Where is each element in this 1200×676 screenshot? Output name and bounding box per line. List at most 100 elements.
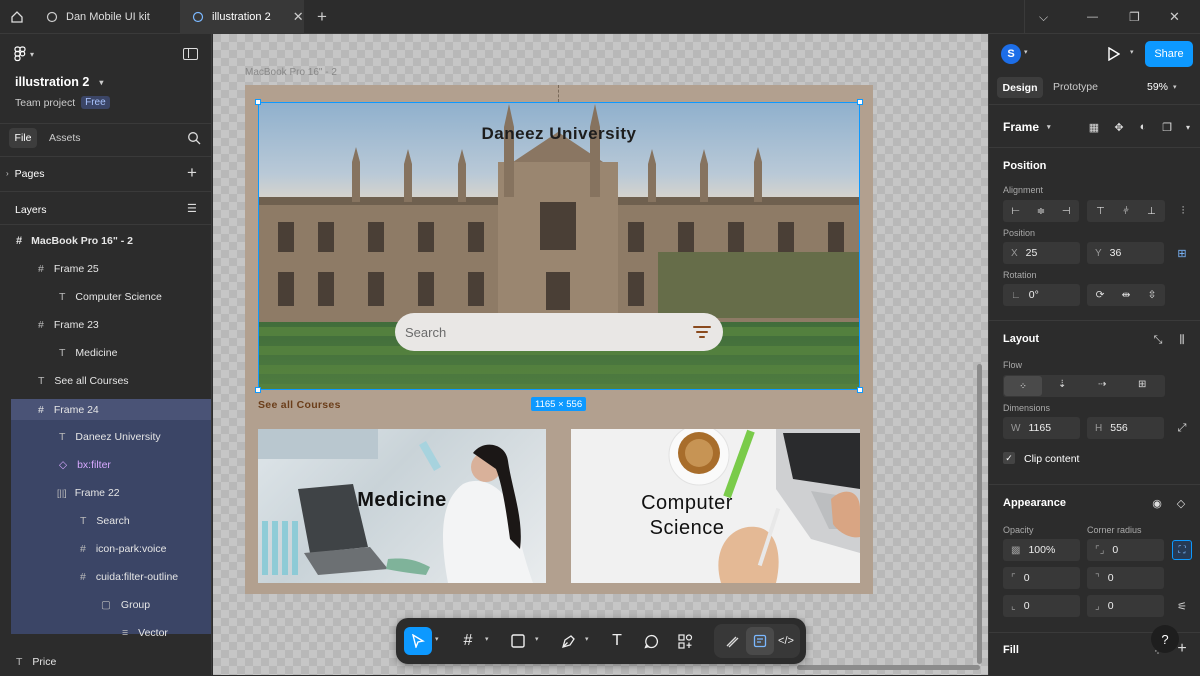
chevron-down-icon[interactable]: ▾ [435, 635, 439, 643]
course-card-medicine[interactable]: Medicine [258, 429, 546, 583]
layer-row[interactable]: # icon-park:voice [0, 535, 211, 563]
layer-row[interactable]: # MacBook Pro 16" - 2 [0, 227, 211, 255]
layer-row[interactable]: ◇ bx:filter [0, 451, 211, 479]
macbook-frame[interactable]: Daneez University Search 1165 × 556 See … [245, 85, 873, 594]
layer-row[interactable]: # Frame 23 [0, 311, 211, 339]
layer-row[interactable]: T Search [0, 507, 211, 535]
close-tab-icon[interactable]: ✕ [293, 9, 304, 25]
clip-content-checkbox[interactable]: ✓ [1003, 452, 1015, 464]
pen-tool[interactable] [554, 627, 582, 655]
chevron-down-icon[interactable]: ▾ [1130, 48, 1134, 56]
flow-freeform[interactable]: ⁘ [1004, 376, 1042, 396]
layer-row[interactable]: T Daneez University [0, 423, 211, 451]
frame-name-label[interactable]: MacBook Pro 16" - 2 [245, 67, 337, 78]
align-left-icon[interactable]: ⊢ [1011, 206, 1020, 217]
vertical-scrollbar[interactable] [977, 364, 982, 664]
home-button[interactable] [0, 0, 34, 34]
move-tool[interactable] [404, 627, 432, 655]
align-center-v-icon[interactable]: ⫩ [1123, 206, 1129, 217]
pages-header[interactable]: › Pages [6, 168, 44, 180]
grid-layout-icon[interactable]: ▦ [1085, 118, 1103, 136]
avatar[interactable]: S [1001, 44, 1021, 64]
resources-tool[interactable] [671, 627, 699, 655]
draw-mode-button[interactable] [718, 627, 746, 655]
help-button[interactable]: ? [1151, 625, 1179, 653]
height-field[interactable]: H 556 [1087, 417, 1164, 439]
chevron-down-icon[interactable]: ▾ [535, 635, 539, 643]
mask-icon[interactable]: ◐ [1134, 118, 1152, 136]
restore-icon[interactable]: ❐ [1129, 10, 1140, 24]
file-name[interactable]: illustration 2 ▾ [15, 75, 103, 89]
frame-tool[interactable]: # [454, 627, 482, 655]
layer-row[interactable]: # Frame 25 [0, 255, 211, 283]
course-card-computer-science[interactable]: Computer Science [571, 429, 860, 583]
search-icon[interactable] [187, 131, 201, 145]
autolayout-icon[interactable]: ⫼ [1173, 331, 1191, 349]
opacity-field[interactable]: ▩ 100% [1003, 539, 1080, 561]
resize-handle[interactable] [255, 387, 261, 393]
share-button[interactable]: Share [1145, 41, 1193, 67]
collapse-layers-icon[interactable]: ☰ [187, 202, 197, 215]
adjust-icon[interactable]: ⚟ [1173, 597, 1191, 615]
chevron-down-icon[interactable]: ▾ [1179, 118, 1197, 136]
chevron-down-icon[interactable]: ▾ [485, 635, 489, 643]
comment-tool[interactable] [637, 627, 665, 655]
collapse-layout-icon[interactable]: ⤡ [1149, 331, 1167, 349]
layer-row[interactable]: T See all Courses [0, 367, 211, 395]
layer-row-selected[interactable]: # Frame 24 [11, 399, 211, 420]
tab-illustration-2[interactable]: illustration 2 ✕ [180, 0, 304, 34]
rotate-icon[interactable]: ⟳ [1096, 289, 1105, 301]
independent-corners-button[interactable]: ⛶ [1172, 540, 1192, 560]
layer-row[interactable]: ▢ Group [0, 591, 211, 619]
frame-type-select[interactable]: Frame ▾ [1003, 120, 1051, 134]
close-window-icon[interactable]: ✕ [1169, 9, 1180, 25]
chevron-down-icon[interactable]: ⌵ [1039, 10, 1048, 25]
shape-tool[interactable] [504, 627, 532, 655]
flip-horizontal-icon[interactable]: ⇹ [1122, 289, 1131, 301]
flip-vertical-icon[interactable]: ⇳ [1148, 289, 1157, 301]
bottom-left-radius-field[interactable]: ⌞ 0 [1003, 595, 1080, 617]
resize-to-fit-icon[interactable]: ⤢ [1173, 419, 1191, 437]
align-center-h-icon[interactable]: ≑ [1037, 206, 1045, 217]
text-tool[interactable]: T [603, 627, 631, 655]
resize-handle[interactable] [255, 99, 261, 105]
canvas[interactable]: MacBook Pro 16" - 2 Daneez University Se… [213, 34, 988, 675]
blend-mode-icon[interactable]: ◇ [1172, 494, 1190, 512]
flow-horizontal-icon[interactable]: ⇢ [1098, 379, 1106, 390]
resize-handle[interactable] [857, 99, 863, 105]
chevron-down-icon[interactable]: ▾ [1024, 48, 1028, 56]
layer-row[interactable]: T Computer Science [0, 283, 211, 311]
prototype-tab[interactable]: Prototype [1053, 81, 1098, 93]
minimize-icon[interactable]: — [1087, 11, 1098, 23]
main-menu-button[interactable]: ▾ [14, 46, 34, 62]
horizontal-scrollbar[interactable] [797, 665, 980, 670]
rotation-field[interactable]: ∟ 0° [1003, 284, 1080, 306]
flow-vertical-icon[interactable]: ⇣ [1058, 379, 1066, 390]
sidebar-toggle-icon[interactable] [183, 48, 198, 60]
layer-row[interactable]: [||] Frame 22 [0, 479, 211, 507]
bottom-right-radius-field[interactable]: ⌟ 0 [1087, 595, 1164, 617]
design-tab[interactable]: Design [997, 77, 1043, 98]
design-mode-button[interactable] [746, 627, 774, 655]
top-left-radius-field[interactable]: ⌜ 0 [1003, 567, 1080, 589]
resize-handle[interactable] [857, 387, 863, 393]
layer-row[interactable]: # cuida:filter-outline [0, 563, 211, 591]
file-tab[interactable]: File [9, 128, 37, 148]
align-bottom-icon[interactable]: ⊥ [1147, 206, 1156, 217]
align-right-icon[interactable]: ⊣ [1062, 206, 1071, 217]
align-top-icon[interactable]: ⊤ [1096, 206, 1105, 217]
y-position-field[interactable]: Y 36 [1087, 242, 1164, 264]
present-icon[interactable] [1108, 47, 1120, 61]
dev-mode-button[interactable]: </> [772, 627, 800, 655]
layer-row[interactable]: ≡ Vector [0, 619, 211, 647]
component-icon[interactable]: ✥ [1110, 118, 1128, 136]
see-all-courses-link[interactable]: See all Courses [258, 399, 341, 411]
tab-dan-mobile-ui-kit[interactable]: Dan Mobile UI kit [34, 0, 180, 34]
add-page-icon[interactable]: + [187, 163, 197, 183]
distribute-icon[interactable]: ⫶ [1174, 202, 1192, 220]
layer-row[interactable]: T Price [0, 648, 211, 676]
flow-grid-icon[interactable]: ⊞ [1138, 379, 1146, 390]
top-right-radius-field[interactable]: ⌝ 0 [1087, 567, 1164, 589]
width-field[interactable]: W 1165 [1003, 417, 1080, 439]
x-position-field[interactable]: X 25 [1003, 242, 1080, 264]
